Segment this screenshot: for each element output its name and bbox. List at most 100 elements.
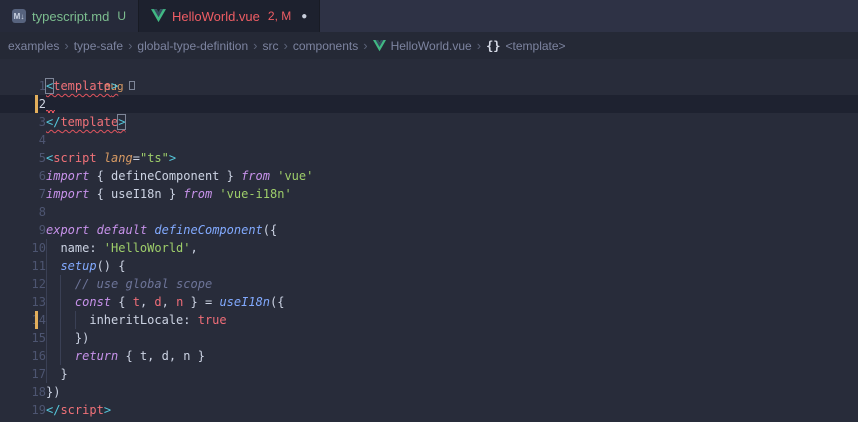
code-token: import (46, 169, 89, 183)
gutter[interactable]: 1 (0, 77, 46, 95)
breadcrumb-separator-icon: › (253, 38, 257, 53)
breadcrumb-item-components[interactable]: components (293, 39, 358, 53)
tab-helloworld-vue[interactable]: HelloWorld.vue 2, M ● (139, 0, 320, 32)
line-content[interactable]: export default defineComponent({ (46, 221, 858, 239)
code-line[interactable]: 3</template> (0, 113, 858, 131)
breadcrumb-item-src[interactable]: src (263, 39, 279, 53)
indent-guide (60, 347, 61, 365)
code-line[interactable]: 7import { useI18n } from 'vue-i18n' (0, 185, 858, 203)
code-line[interactable]: 9export default defineComponent({ (0, 221, 858, 239)
tab-bar: M↓ typescript.md U HelloWorld.vue 2, M ● (0, 0, 858, 32)
breadcrumb-separator-icon: › (128, 38, 132, 53)
line-content[interactable]: // use global scope (46, 275, 858, 293)
breadcrumb-item-global-type-definition[interactable]: global-type-definition (137, 39, 248, 53)
line-content[interactable]: name: 'HelloWorld', (46, 239, 858, 257)
breadcrumb-item-type-safe[interactable]: type-safe (74, 39, 123, 53)
line-content[interactable]: import { defineComponent } from 'vue' (46, 167, 858, 185)
problems-modified-badge: 2, M (268, 9, 291, 23)
gutter[interactable]: 10 (0, 239, 46, 257)
code-line[interactable]: 4 (0, 131, 858, 149)
gutter[interactable]: 7 (0, 185, 46, 203)
code-line[interactable]: 19</script> (0, 401, 858, 419)
dirty-indicator-icon[interactable]: ● (301, 11, 307, 22)
code-line[interactable]: 6import { defineComponent } from 'vue' (0, 167, 858, 185)
tab-label: HelloWorld.vue (172, 9, 260, 24)
tab-typescript-md[interactable]: M↓ typescript.md U (0, 0, 139, 32)
code-line[interactable]: 18}) (0, 383, 858, 401)
line-content[interactable]: const { t, d, n } = useI18n({ (46, 293, 858, 311)
line-content[interactable]: </script> (46, 401, 858, 419)
code-token: true (198, 313, 227, 327)
code-token: </ (46, 403, 60, 417)
gutter[interactable]: 19 (0, 401, 46, 419)
line-number: 8 (16, 203, 46, 221)
gutter[interactable]: 13 (0, 293, 46, 311)
code-line[interactable]: 1<template> (0, 77, 858, 95)
code-token: const (75, 295, 111, 309)
code-token: export (46, 223, 89, 237)
gutter[interactable]: 18 (0, 383, 46, 401)
line-content[interactable]: import { useI18n } from 'vue-i18n' (46, 185, 858, 203)
code-token: import (46, 187, 89, 201)
gutter[interactable]: 9 (0, 221, 46, 239)
line-number: 19 (16, 401, 46, 419)
line-number: 1 (16, 77, 46, 95)
code-token: ({ (270, 295, 284, 309)
gutter[interactable]: 8 (0, 203, 46, 221)
code-token: { defineComponent } (89, 169, 241, 183)
line-content[interactable]: <template> (46, 77, 858, 95)
code-token: return (75, 349, 118, 363)
breadcrumb-item-symbol[interactable]: <template> (506, 39, 566, 53)
code-line[interactable]: 5<script lang="ts"> (0, 149, 858, 167)
line-content[interactable] (46, 95, 858, 113)
line-content[interactable] (46, 203, 858, 221)
vue-icon (151, 9, 166, 23)
code-editor[interactable]: pug 1<template>23</template>45<script la… (0, 59, 858, 422)
line-content[interactable] (46, 131, 858, 149)
code-line[interactable]: 8 (0, 203, 858, 221)
gutter[interactable]: 5 (0, 149, 46, 167)
gutter[interactable]: 3 (0, 113, 46, 131)
code-line[interactable]: 13 const { t, d, n } = useI18n({ (0, 293, 858, 311)
code-token: template (53, 79, 111, 93)
breadcrumb-item-examples[interactable]: examples (8, 39, 59, 53)
line-number: 13 (16, 293, 46, 311)
gutter[interactable]: 6 (0, 167, 46, 185)
line-content[interactable]: <script lang="ts"> (46, 149, 858, 167)
line-content[interactable]: return { t, d, n } (46, 347, 858, 365)
code-line[interactable]: 14 inheritLocale: true (0, 311, 858, 329)
breadcrumb: examples › type-safe › global-type-definitio… (0, 32, 858, 59)
line-content[interactable]: </template> (46, 113, 858, 131)
code-line[interactable]: 16 return { t, d, n } (0, 347, 858, 365)
line-content[interactable]: }) (46, 383, 858, 401)
code-line[interactable]: 12 // use global scope (0, 275, 858, 293)
code-token: from (183, 187, 212, 201)
breadcrumb-item-file[interactable]: HelloWorld.vue (391, 39, 472, 53)
gutter[interactable]: 4 (0, 131, 46, 149)
code-token: { t, d, n } (118, 349, 205, 363)
gutter[interactable]: 2 (0, 95, 46, 113)
code-token: 'HelloWorld' (104, 241, 191, 255)
code-token: // use global scope (75, 277, 212, 291)
gutter[interactable]: 14 (0, 311, 46, 329)
code-line[interactable]: 2 (0, 95, 858, 113)
code-line[interactable]: 10 name: 'HelloWorld', (0, 239, 858, 257)
code-token: "ts" (140, 151, 169, 165)
line-content[interactable]: setup() { (46, 257, 858, 275)
code-line[interactable]: 15 }) (0, 329, 858, 347)
code-line[interactable]: 11 setup() { (0, 257, 858, 275)
line-content[interactable]: }) (46, 329, 858, 347)
gutter[interactable]: 11 (0, 257, 46, 275)
code-token: 'vue-i18n' (219, 187, 291, 201)
breadcrumb-separator-icon: › (477, 38, 481, 53)
indent-guide (46, 311, 47, 329)
gutter[interactable]: 17 (0, 365, 46, 383)
line-number: 15 (16, 329, 46, 347)
line-content[interactable]: inheritLocale: true (46, 311, 858, 329)
code-token: defineComponent (154, 223, 262, 237)
gutter[interactable]: 12 (0, 275, 46, 293)
line-content[interactable]: } (46, 365, 858, 383)
gutter[interactable]: 15 (0, 329, 46, 347)
code-line[interactable]: 17 } (0, 365, 858, 383)
gutter[interactable]: 16 (0, 347, 46, 365)
